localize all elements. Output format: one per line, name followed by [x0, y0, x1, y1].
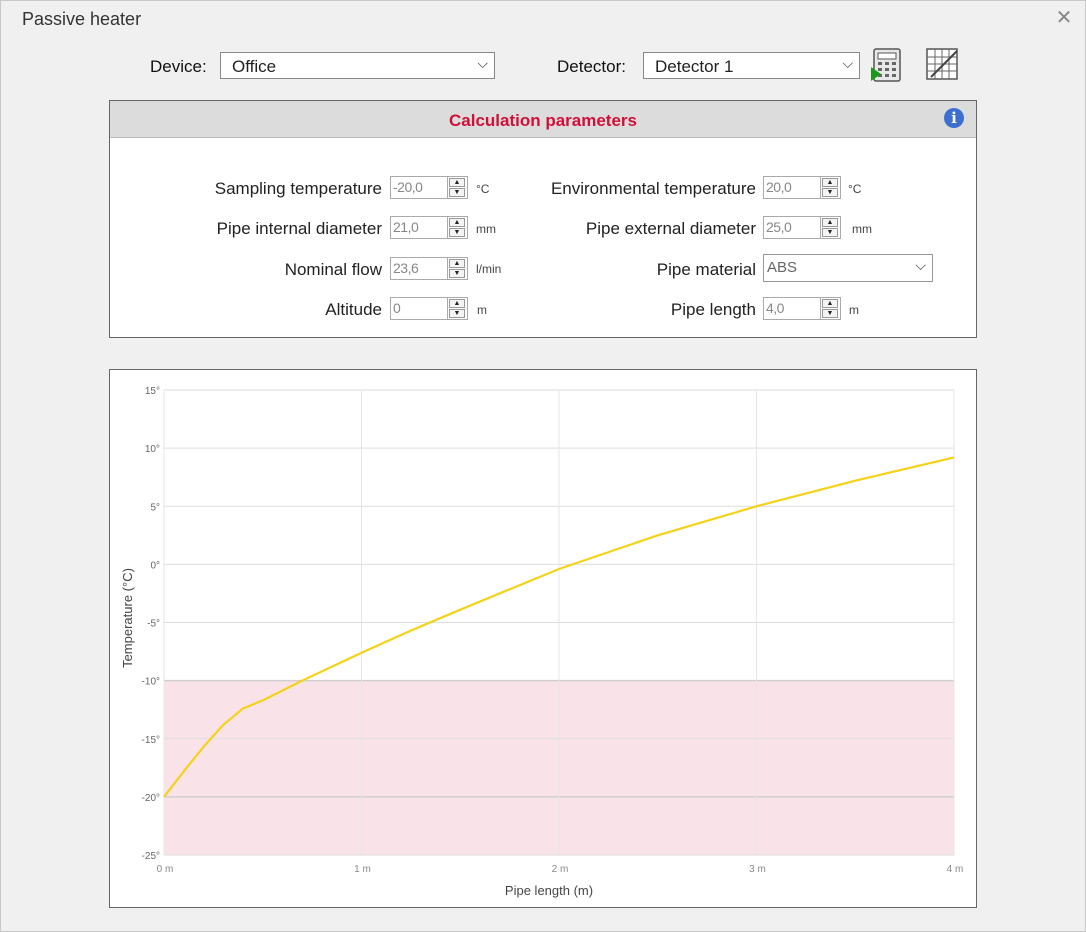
- pipe-material-label: Pipe material: [656, 260, 756, 279]
- environmental-temperature-label: Environmental temperature: [550, 179, 756, 198]
- y-tick-label: 10°: [145, 444, 160, 455]
- table-grid-icon: [926, 48, 958, 80]
- pipe-length-stepper[interactable]: 4,0 ▲ ▼: [763, 297, 841, 320]
- y-tick-label: -25°: [142, 851, 160, 862]
- sampling-temperature-stepper[interactable]: -20,0 ▲ ▼: [390, 176, 468, 199]
- arrow-down-icon[interactable]: ▼: [449, 269, 465, 278]
- x-tick-label: 1 m: [354, 864, 371, 875]
- x-axis-label: Pipe length (m): [505, 883, 593, 898]
- calculator-icon: [871, 48, 901, 82]
- detector-select[interactable]: Detector 1 ⌵: [643, 52, 860, 79]
- y-tick-label: 0°: [150, 560, 160, 571]
- detector-label: Detector:: [557, 57, 626, 76]
- y-tick-label: 15°: [145, 386, 160, 397]
- x-tick-label: 3 m: [749, 864, 766, 875]
- arrow-down-icon[interactable]: ▼: [449, 228, 465, 237]
- arrow-up-icon[interactable]: ▲: [449, 218, 465, 227]
- pipe-external-diameter-value: 25,0: [766, 219, 792, 235]
- pipe-internal-diameter-value: 21,0: [393, 219, 419, 235]
- chevron-down-icon: ⌵: [915, 257, 926, 273]
- y-tick-label: 5°: [150, 502, 160, 513]
- arrow-up-icon[interactable]: ▲: [449, 178, 465, 187]
- arrow-up-icon[interactable]: ▲: [822, 299, 838, 308]
- table-button[interactable]: [925, 47, 961, 83]
- nominal-flow-value: 23,6: [393, 260, 419, 276]
- x-tick-label: 4 m: [947, 864, 964, 875]
- detector-value: Detector 1: [655, 57, 734, 76]
- y-tick-label: -5°: [147, 619, 160, 630]
- calculation-parameters-panel: Calculation parameters i Sampling temper…: [109, 100, 977, 338]
- environmental-temperature-stepper[interactable]: 20,0 ▲ ▼: [763, 176, 841, 199]
- arrow-up-icon[interactable]: ▲: [449, 259, 465, 268]
- environmental-temperature-value: 20,0: [766, 179, 792, 195]
- y-tick-label: -20°: [142, 793, 160, 804]
- arrow-down-icon[interactable]: ▼: [822, 309, 838, 318]
- environmental-temperature-unit: °C: [848, 182, 862, 196]
- pipe-length-unit: m: [849, 303, 859, 317]
- temperature-chart: 15° 10° 5° 0° -5° -10° -15° -20° -25° 0 m 1 m 2 m 3…: [109, 369, 977, 908]
- x-tick-label: 0 m: [157, 864, 174, 875]
- altitude-value: 0: [393, 300, 401, 316]
- panel-title: Calculation parameters: [448, 111, 637, 130]
- pipe-external-diameter-stepper[interactable]: 25,0 ▲ ▼: [763, 216, 841, 239]
- y-tick-label: -15°: [142, 735, 160, 746]
- y-tick-label: -10°: [142, 677, 160, 688]
- arrow-up-icon[interactable]: ▲: [449, 299, 465, 308]
- pipe-internal-diameter-unit: mm: [476, 222, 496, 236]
- altitude-unit: m: [477, 303, 487, 317]
- nominal-flow-unit: l/min: [476, 262, 502, 276]
- chevron-down-icon: ⌵: [842, 55, 853, 71]
- arrow-down-icon[interactable]: ▼: [822, 228, 838, 237]
- device-label: Device:: [150, 57, 207, 76]
- x-tick-label: 2 m: [552, 864, 569, 875]
- calculate-button[interactable]: [870, 47, 904, 83]
- arrow-down-icon[interactable]: ▼: [449, 309, 465, 318]
- nominal-flow-label: Nominal flow: [284, 260, 382, 279]
- sampling-temperature-value: -20,0: [393, 179, 423, 195]
- pipe-material-value: ABS: [767, 259, 798, 276]
- pipe-material-select[interactable]: ABS ⌵: [763, 254, 933, 282]
- arrow-down-icon[interactable]: ▼: [822, 188, 838, 197]
- sampling-temperature-label: Sampling temperature: [214, 179, 382, 198]
- close-icon[interactable]: ✕: [1053, 7, 1075, 29]
- pipe-length-label: Pipe length: [670, 300, 756, 319]
- chart-svg: 15° 10° 5° 0° -5° -10° -15° -20° -25° 0 m 1 m 2 m 3…: [120, 386, 964, 898]
- sampling-temperature-unit: °C: [476, 182, 490, 196]
- info-icon[interactable]: i: [944, 108, 964, 128]
- y-axis-label: Temperature (°C): [120, 568, 135, 668]
- pipe-internal-diameter-stepper[interactable]: 21,0 ▲ ▼: [390, 216, 468, 239]
- arrow-up-icon[interactable]: ▲: [822, 218, 838, 227]
- pipe-external-diameter-label: Pipe external diameter: [585, 219, 756, 238]
- nominal-flow-stepper[interactable]: 23,6 ▲ ▼: [390, 257, 468, 280]
- device-value: Office: [232, 57, 277, 76]
- altitude-stepper[interactable]: 0 ▲ ▼: [390, 297, 468, 320]
- pipe-internal-diameter-label: Pipe internal diameter: [216, 219, 382, 238]
- window-title: Passive heater: [22, 9, 142, 29]
- device-select[interactable]: Office ⌵: [220, 52, 495, 79]
- altitude-label: Altitude: [325, 300, 382, 319]
- arrow-up-icon[interactable]: ▲: [822, 178, 838, 187]
- passive-heater-window: Passive heater ✕ Device: Office ⌵ Detect…: [0, 0, 1086, 932]
- arrow-down-icon[interactable]: ▼: [449, 188, 465, 197]
- pipe-length-value: 4,0: [766, 300, 784, 316]
- panel-header: Calculation parameters i: [110, 101, 976, 138]
- title-bar: Passive heater ✕: [1, 1, 1085, 37]
- chevron-down-icon: ⌵: [477, 55, 488, 71]
- pipe-external-diameter-unit: mm: [852, 222, 872, 236]
